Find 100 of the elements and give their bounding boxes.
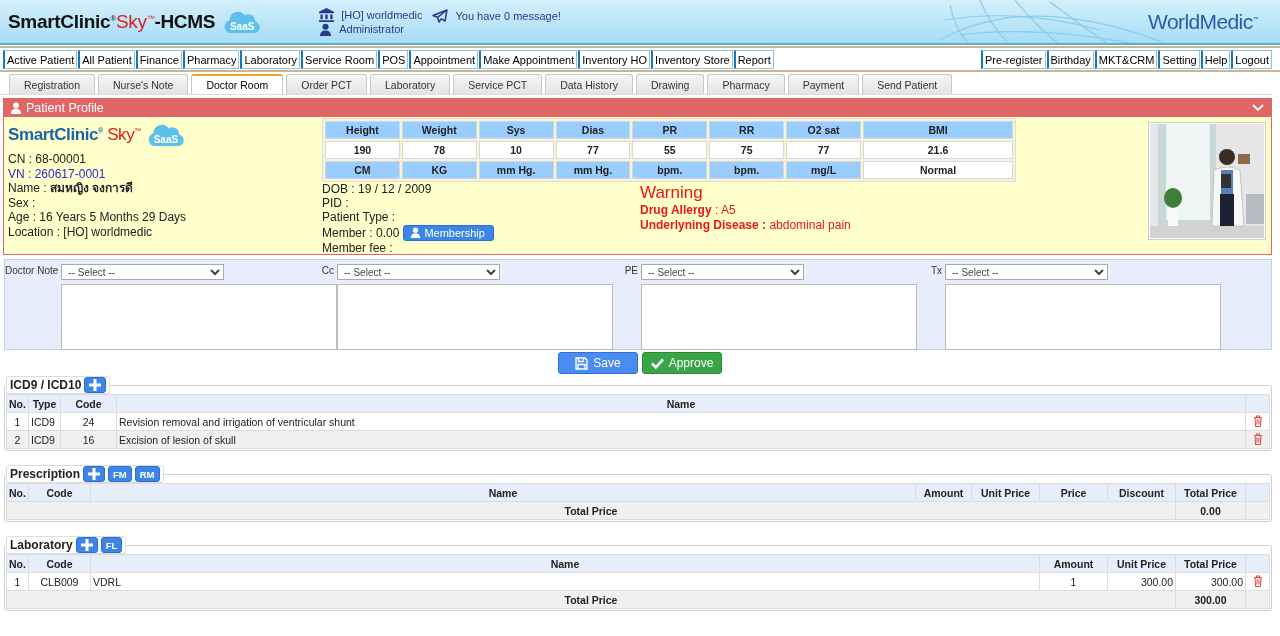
menu-item[interactable]: Inventory Store: [651, 50, 733, 69]
column-header: Amount: [915, 483, 972, 502]
vital-name: Weight: [401, 121, 477, 139]
vital-name: Sys: [478, 121, 554, 139]
vital-name: O2 sat: [786, 121, 861, 139]
column-header: Name: [90, 483, 916, 502]
vital-value: 55: [632, 141, 708, 159]
table-cell: 1: [6, 412, 29, 431]
patient-info: Location : [HO] worldmedic: [8, 224, 154, 240]
table-cell: 300.00: [1107, 572, 1176, 591]
column-header: Unit Price: [1107, 554, 1176, 573]
tab[interactable]: Order PCT: [286, 74, 368, 94]
field-label: Cc: [320, 264, 334, 278]
field-label: Doctor Note: [5, 264, 59, 278]
table-cell: 1: [1039, 572, 1108, 591]
column-header: Name: [116, 394, 1246, 413]
tab[interactable]: Send Patient: [862, 74, 953, 94]
field-label: Tx: [929, 264, 942, 278]
menu-item[interactable]: Appointment: [409, 50, 479, 69]
menu-item[interactable]: Logout: [1231, 50, 1272, 69]
menu-item[interactable]: Inventory HO: [578, 50, 651, 69]
tool-button[interactable]: FL: [100, 537, 123, 553]
menu-item[interactable]: Pharmacy: [182, 50, 240, 69]
vital-name: Height: [325, 121, 400, 139]
patient-info: CN : 68-00001: [8, 152, 88, 167]
vital-name: RR: [709, 121, 785, 139]
column-header: Unit Price: [971, 483, 1040, 502]
menu-item[interactable]: Service Room: [301, 50, 378, 69]
vital-name: BMI: [863, 121, 1013, 139]
table-cell: ICD9: [28, 412, 61, 431]
column-header: Code: [28, 483, 91, 502]
vital-name: PR: [632, 121, 708, 139]
menu-item[interactable]: Pre-register: [981, 50, 1046, 69]
tab[interactable]: Drawing: [635, 74, 705, 94]
column-header: Code: [28, 554, 91, 573]
vital-unit: mg/L: [786, 161, 861, 179]
menu-item[interactable]: MKT&CRM: [1094, 50, 1158, 69]
warning-text: Drug Allergy : A5: [640, 203, 737, 218]
field-label: PE: [623, 264, 638, 278]
table-cell: 24: [60, 412, 117, 431]
menu-item[interactable]: Make Appointment: [479, 50, 578, 69]
column-header: Total Price: [1175, 483, 1246, 502]
tab[interactable]: Data History: [545, 74, 633, 94]
visit-number-link[interactable]: VN : 260617-0001: [8, 166, 322, 182]
menu-item[interactable]: Setting: [1158, 50, 1200, 69]
patient-detail: DOB : 19 / 12 / 2009: [322, 182, 432, 196]
vital-unit: mm Hg.: [478, 161, 554, 179]
note-select[interactable]: -- Select --: [337, 264, 500, 280]
note-select[interactable]: -- Select --: [945, 264, 1108, 280]
table-cell: Revision removal and irrigation of ventricular shunt: [116, 412, 1246, 431]
menu-item[interactable]: Finance: [135, 50, 182, 69]
vital-value: 77: [555, 141, 631, 159]
section-title: Prescription: [10, 467, 81, 481]
clinic-logo: SmartClinic$^{®}$ Sky$^{™}$: [8, 125, 141, 145]
column-header: Amount: [1039, 554, 1108, 573]
menu-item[interactable]: Birthday: [1046, 50, 1094, 69]
menu-item[interactable]: Laboratory: [240, 50, 301, 69]
app-logo: SmartClinic$^{®}$Sky$^{™}$-HCMS: [8, 10, 216, 33]
patient-info: Sex :: [8, 195, 37, 211]
column-header: Code: [60, 394, 117, 413]
tool-button[interactable]: RM: [134, 466, 160, 482]
patient-info: Name : สมหญิง จงการดี: [8, 181, 135, 196]
vital-value: 77: [786, 141, 861, 159]
warning-text: Underlyning Disease : abdominal pain: [640, 218, 851, 233]
column-header: No.: [6, 483, 29, 502]
menu-item[interactable]: POS: [378, 50, 409, 69]
tab[interactable]: Service PCT: [453, 74, 543, 94]
note-select[interactable]: -- Select --: [641, 264, 804, 280]
vital-value: 75: [709, 141, 785, 159]
menu-item[interactable]: Help: [1200, 50, 1231, 69]
tab[interactable]: Payment: [787, 74, 860, 94]
vital-status: Normal: [863, 161, 1013, 179]
menu-item[interactable]: Active Patient: [3, 50, 78, 69]
vital-unit: KG: [401, 161, 477, 179]
membership-button[interactable]: Membership: [403, 224, 494, 241]
column-header: Name: [90, 554, 1040, 573]
tool-button[interactable]: FM: [108, 466, 132, 482]
patient-detail: Member : 0.00: [322, 225, 400, 240]
cloud-badge: SaaS: [223, 9, 262, 34]
vital-unit: bpm.: [632, 161, 708, 179]
branch-name: [HO] worldmedic: [341, 8, 423, 21]
column-header: No.: [6, 394, 29, 413]
tab[interactable]: Nurse's Note: [98, 74, 189, 94]
warning-title: Warning: [640, 183, 704, 203]
menu-item[interactable]: Report: [733, 50, 774, 69]
patient-info: Age : 16 Years 5 Months 29 Days: [8, 210, 188, 225]
tab[interactable]: Pharmacy: [707, 74, 785, 94]
tab[interactable]: Doctor Room: [191, 74, 284, 94]
tab[interactable]: Laboratory: [370, 74, 451, 94]
section-title: ICD9 / ICD10: [10, 378, 82, 392]
patient-detail: PID :: [322, 196, 349, 210]
column-header: Type: [28, 394, 61, 413]
tab[interactable]: Registration: [9, 74, 96, 94]
panel-title: Patient Profile: [26, 100, 104, 115]
note-select[interactable]: -- Select --: [61, 264, 225, 280]
table-cell: 300.00: [1175, 572, 1246, 591]
vital-value: 21.6: [863, 141, 1013, 159]
menu-item[interactable]: All Patient: [78, 50, 135, 69]
user-name: Administrator: [339, 23, 404, 35]
message-link[interactable]: You have 0 message!: [455, 10, 561, 22]
